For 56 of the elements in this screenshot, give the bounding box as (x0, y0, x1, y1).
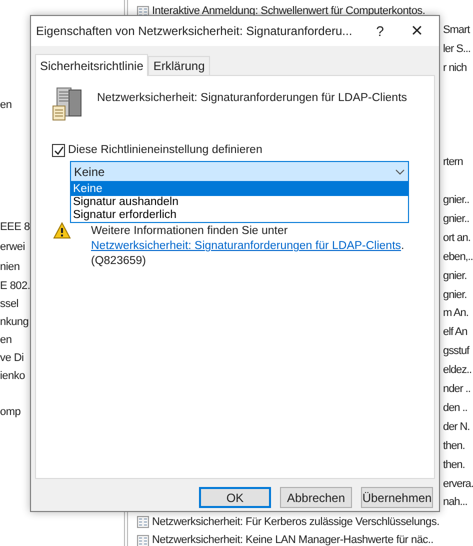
define-checkbox[interactable] (52, 144, 65, 158)
policy-row[interactable]: eben,.. (443, 248, 473, 266)
tree-item[interactable]: nkung (0, 314, 29, 330)
policy-row[interactable]: ler S... (443, 40, 470, 58)
document-icon (136, 514, 150, 529)
chevron-down-icon (395, 168, 405, 175)
policy-row[interactable]: then. (443, 438, 465, 455)
tree-item[interactable]: en (0, 97, 12, 113)
policy-row[interactable]: ervera. (443, 476, 473, 492)
policy-row[interactable]: Smart (443, 22, 470, 39)
policy-row[interactable]: nah... (443, 494, 468, 512)
dropdown-option[interactable]: Keine (71, 183, 408, 196)
close-button[interactable]: × (395, 16, 439, 46)
policy-row[interactable]: then. (443, 456, 465, 474)
tree-item[interactable]: omp (0, 404, 21, 420)
dialog-button[interactable]: OK (199, 487, 271, 508)
tab[interactable]: Erklärung (148, 56, 210, 75)
tree-item[interactable]: ve Di (0, 350, 24, 366)
policy-link[interactable]: Netzwerksicherheit: Signaturanforderungen für LDAP-Clients (91, 240, 402, 252)
dropdown-option[interactable]: Signatur aushandeln (71, 196, 408, 210)
policy-row[interactable]: m An. (443, 305, 468, 322)
policy-row[interactable]: r nich (443, 60, 467, 77)
tree-item[interactable]: erwei (0, 239, 25, 255)
policy-row[interactable]: gsstuf (443, 343, 470, 360)
policy-row[interactable]: nder .. (443, 381, 470, 398)
policy-row[interactable]: rtern (443, 154, 463, 172)
tab[interactable]: Sicherheitsrichtlinie (35, 54, 148, 76)
checkbox-label: Diese Richtlinieneinstellung definieren (68, 143, 262, 158)
checkmark-icon (54, 146, 64, 156)
policy-row[interactable]: gnier. (443, 286, 467, 304)
policy-row[interactable]: den .. (443, 400, 468, 417)
tree-item[interactable]: nien (0, 259, 20, 275)
warning-icon (53, 222, 71, 240)
dropdown-option[interactable]: Signatur erforderlich (71, 209, 408, 222)
policy-row[interactable]: ort an. (443, 230, 470, 247)
policy-heading: Netzwerksicherheit: Signaturanforderungen für LDAP-Clients (97, 91, 408, 106)
window-title: Eigenschaften von Netzwerksicherheit: Signaturanforderu... (36, 23, 354, 40)
policy-row[interactable]: gnier.. (443, 192, 470, 209)
policy-row[interactable]: Netzwerksicherheit: Keine LAN Manager-Hashwerte für näc.. (136, 532, 434, 546)
policy-row[interactable]: eldez.. (443, 362, 472, 380)
tree-item[interactable]: en (0, 332, 12, 348)
policy-dropdown[interactable]: Keine (70, 161, 409, 182)
help-button[interactable]: ? (365, 16, 395, 46)
policy-row[interactable]: gnier.. (443, 210, 470, 228)
policy-row[interactable]: der N. (443, 418, 470, 436)
policy-row[interactable]: Netzwerksicherheit: Für Kerberos zulässige Verschlüsselungs. (136, 513, 440, 530)
policy-row[interactable]: gnier. (443, 268, 467, 285)
policy-row[interactable]: elf An (443, 324, 468, 342)
info-text: Weitere Informationen finden Sie unter Netzwerksicherheit: Signaturanforderungen für LDAP-Clients. (Q823659) (91, 224, 406, 270)
tree-item[interactable]: E 802. (0, 278, 30, 294)
dialog-button[interactable]: Übernehmen (361, 487, 433, 508)
server-icon (51, 86, 83, 122)
tree-item[interactable]: ssel (0, 296, 18, 312)
tree-item[interactable]: ienko (0, 368, 25, 384)
tree-item[interactable]: EEE 8 (0, 219, 30, 235)
dialog-button[interactable]: Abbrechen (280, 487, 352, 508)
